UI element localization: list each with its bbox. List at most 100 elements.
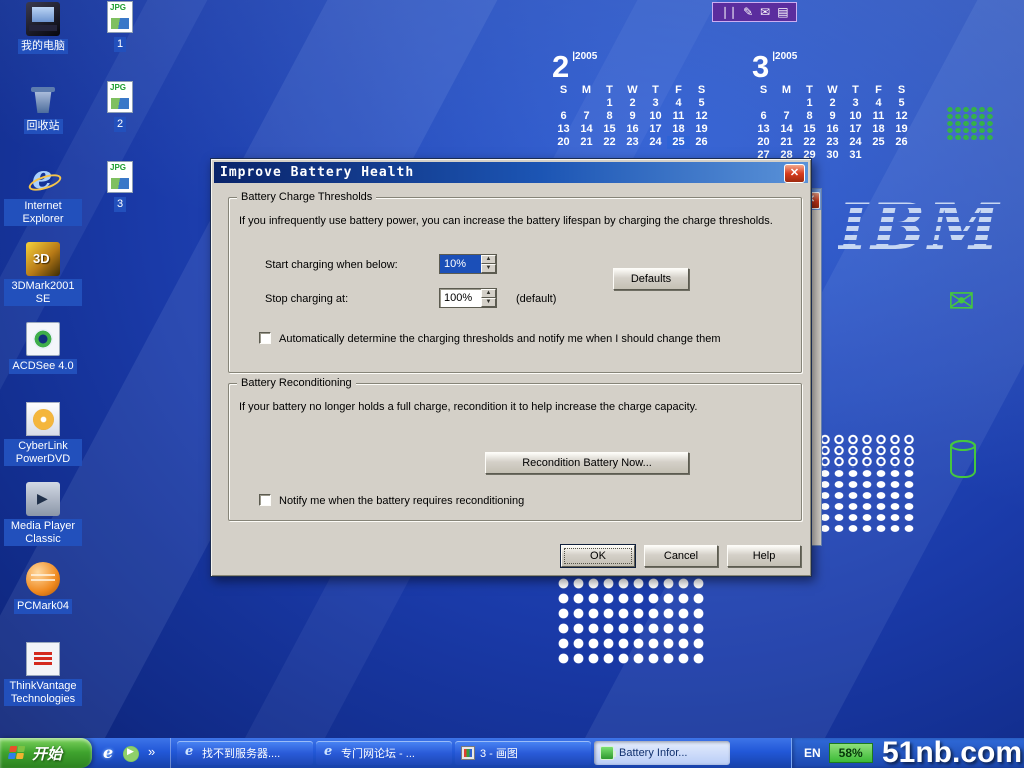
calendar-day: 21	[575, 136, 598, 149]
taskbar-task-paint[interactable]: 3 - 画图	[455, 741, 591, 765]
calendar-day-header: S	[752, 84, 775, 97]
spin-down-icon[interactable]	[481, 264, 496, 273]
calendar-day: 22	[598, 136, 621, 149]
calendar-day: 16	[821, 123, 844, 136]
desktop-file-file-3[interactable]: JPG 3	[92, 160, 148, 240]
ok-button[interactable]: OK	[561, 545, 635, 567]
dialog-titlebar[interactable]: Improve Battery Health	[214, 162, 808, 183]
taskbar-task-forum[interactable]: 专门网论坛 - ...	[316, 741, 452, 765]
desktop-file-file-2[interactable]: JPG2	[92, 80, 148, 160]
ie-icon	[26, 162, 60, 196]
language-indicator[interactable]: EN	[804, 746, 821, 760]
handle-icon[interactable]	[720, 4, 736, 20]
calendar-day: 22	[798, 136, 821, 149]
stop-threshold-spinner[interactable]: 100%	[439, 288, 497, 308]
task-label: 3 - 画图	[480, 745, 518, 761]
auto-determine-checkbox-label[interactable]: Automatically determine the charging thr…	[279, 333, 793, 345]
calendar-day: 5	[690, 97, 713, 110]
desktop-file-label: 3	[114, 197, 126, 212]
task-label: Battery Infor...	[619, 747, 687, 759]
start-button[interactable]: 开始	[0, 738, 92, 768]
taskbar-task-battery-information[interactable]: Battery Infor...	[594, 741, 730, 765]
calendar-day: 13	[552, 123, 575, 136]
calendar-day: 18	[867, 123, 890, 136]
desktop-icon-thinkvantage[interactable]: ThinkVantage Technologies	[4, 642, 82, 722]
calendar-day: 15	[598, 123, 621, 136]
calendar-day: 9	[821, 110, 844, 123]
calendar-day: 3	[644, 97, 667, 110]
desktop-icon-acdsee[interactable]: ACDSee 4.0	[4, 322, 82, 402]
paint-icon	[461, 746, 475, 760]
desktop-file-file-1[interactable]: JPG1	[92, 0, 148, 80]
help-button[interactable]: Help	[727, 545, 801, 567]
calendar-day: 14	[775, 123, 798, 136]
notify-reconditioning-checkbox[interactable]	[259, 494, 271, 506]
spin-up-icon[interactable]	[481, 255, 496, 264]
windows-flag-icon	[8, 746, 27, 760]
calendar-day: 24	[844, 136, 867, 149]
media-player-icon[interactable]	[123, 746, 139, 762]
recondition-battery-button[interactable]: Recondition Battery Now...	[485, 452, 689, 474]
calendar-month-header: 3|2005	[752, 50, 913, 84]
ibm-logo: IBM	[838, 190, 1002, 265]
taskbar: 开始 找不到服务器....专门网论坛 - ... 3 - 画图 Battery In…	[0, 738, 1024, 768]
desktop-icon-label: ACDSee 4.0	[9, 359, 76, 374]
calendar-day: 10	[644, 110, 667, 123]
calendar-day: 23	[821, 136, 844, 149]
start-threshold-spinner[interactable]: 10%	[439, 254, 497, 274]
desktop-icon-internet-explorer[interactable]: Internet Explorer	[4, 162, 82, 242]
pcmark-icon	[26, 562, 60, 596]
mail-icon[interactable]	[760, 4, 770, 20]
pen-icon[interactable]	[743, 4, 753, 20]
calendar-day: 4	[867, 97, 890, 110]
desktop-icon-3dmark2001-se[interactable]: 3DMark2001 SE	[4, 242, 82, 322]
notes-icon[interactable]	[777, 4, 788, 20]
calendar-day-header: M	[575, 84, 598, 97]
file-type-badge: JPG	[110, 163, 126, 172]
battery-charge-thresholds-group: Battery Charge Thresholds If you infrequ…	[228, 197, 802, 373]
auto-determine-checkbox[interactable]	[259, 332, 271, 344]
desktop-icon-label: ThinkVantage Technologies	[4, 679, 82, 706]
calendar-day	[752, 97, 775, 110]
desktop-icon-label: 3DMark2001 SE	[4, 279, 82, 306]
file-icon-wrap: JPG	[103, 160, 137, 194]
calendar-day: 2	[621, 97, 644, 110]
calendar-day: 10	[844, 110, 867, 123]
start-threshold-value[interactable]: 10%	[440, 255, 481, 273]
spin-up-icon[interactable]	[481, 289, 496, 298]
close-button[interactable]	[784, 164, 805, 183]
thinkvantage-icon	[26, 642, 60, 676]
spin-down-icon[interactable]	[481, 298, 496, 307]
taskbar-task-server-not-found[interactable]: 找不到服务器....	[177, 741, 313, 765]
desktop-icon-recycle-bin[interactable]: 回收站	[4, 82, 82, 162]
calendar-day: 11	[667, 110, 690, 123]
calendar-day: 15	[798, 123, 821, 136]
calendar-day: 26	[890, 136, 913, 149]
desktop-icon-label: 回收站	[24, 119, 63, 134]
battery-percent-indicator[interactable]: 58%	[829, 743, 873, 763]
desktop-icon-pcmark04[interactable]: PCMark04	[4, 562, 82, 642]
ie-page-icon	[183, 746, 197, 760]
chevron-more-icon[interactable]	[144, 743, 162, 763]
stop-threshold-value[interactable]: 100%	[440, 289, 481, 307]
desktop-icon-my-computer[interactable]: 我的电脑	[4, 2, 82, 82]
calendar-day: 11	[867, 110, 890, 123]
desktop-icon-media-player-classic[interactable]: Media Player Classic	[4, 482, 82, 562]
desktop-icon-powerdvd[interactable]: CyberLink PowerDVD	[4, 402, 82, 482]
mail-icon	[948, 282, 975, 320]
calendar-day: 20	[752, 136, 775, 149]
calendar-day: 25	[867, 136, 890, 149]
calendar-day: 6	[752, 110, 775, 123]
notify-reconditioning-checkbox-label[interactable]: Notify me when the battery requires reco…	[279, 495, 793, 507]
calendar-day: 13	[752, 123, 775, 136]
ie-icon[interactable]	[100, 743, 118, 763]
calendar-day: 1	[798, 97, 821, 110]
defaults-button[interactable]: Defaults	[613, 268, 689, 290]
calendar-day: 19	[890, 123, 913, 136]
calendar-day: 21	[775, 136, 798, 149]
calendar-day: 25	[667, 136, 690, 149]
calendar-february: 2|2005SMTWTFS123456789101112131415161718…	[552, 50, 713, 149]
cancel-button[interactable]: Cancel	[644, 545, 718, 567]
calendar-day-header: T	[644, 84, 667, 97]
calendar-year: |2005	[572, 51, 597, 62]
